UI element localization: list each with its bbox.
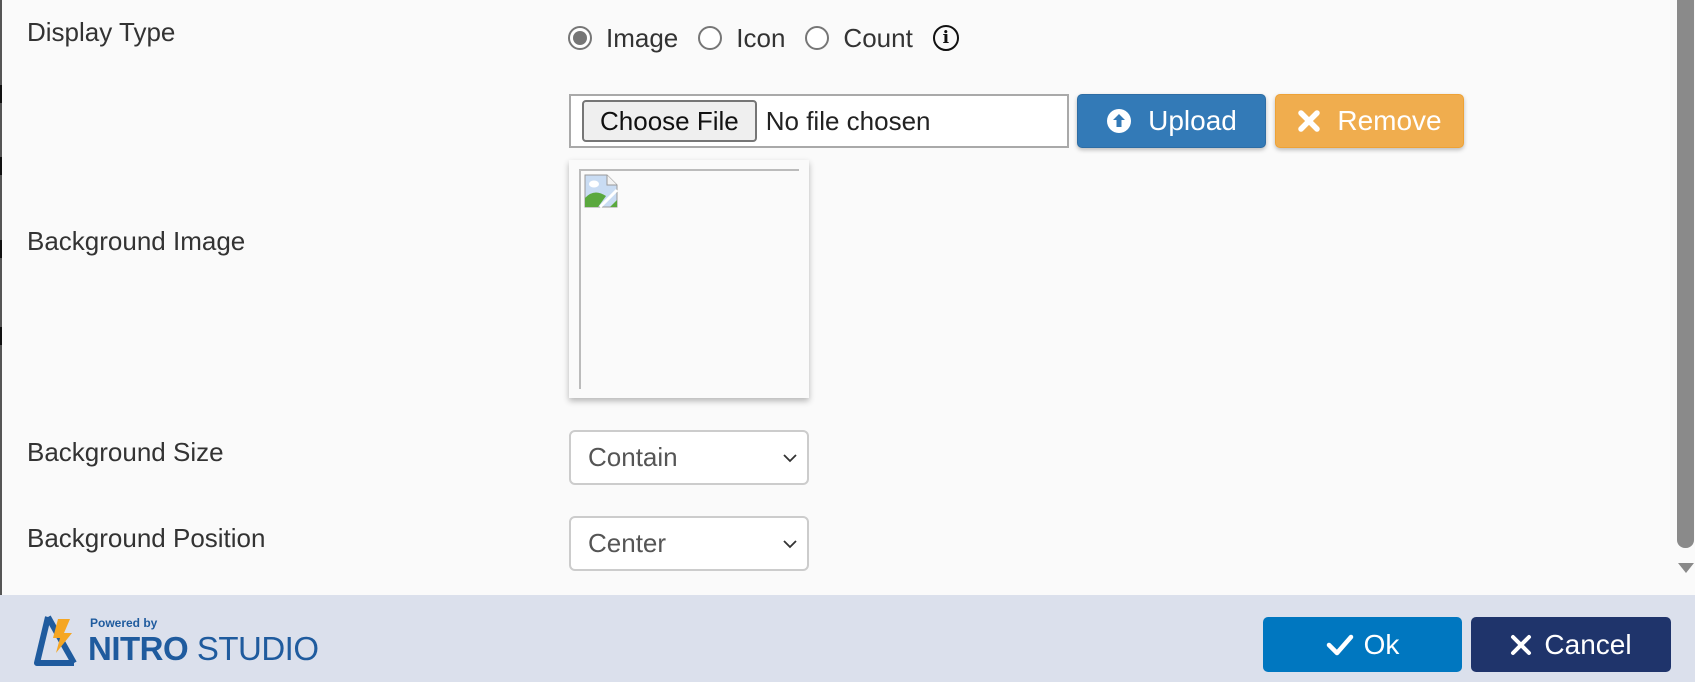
nitro-logo-icon — [34, 615, 77, 666]
background-position-select[interactable]: Center — [569, 516, 809, 571]
background-image-label: Background Image — [27, 226, 246, 256]
radio-icon[interactable]: Icon — [698, 23, 785, 54]
chevron-down-icon — [783, 540, 797, 549]
file-input[interactable]: Choose File No file chosen — [569, 94, 1069, 148]
choose-file-button[interactable]: Choose File — [582, 100, 757, 142]
chevron-down-icon — [783, 454, 797, 463]
close-icon — [1297, 109, 1321, 133]
info-icon[interactable]: i — [932, 25, 959, 51]
background-size-label: Background Size — [27, 437, 224, 467]
radio-count[interactable]: Count — [805, 22, 913, 54]
background-position-value: Center — [588, 528, 667, 558]
settings-form: Display Type Image Icon Count i Backgrou… — [0, 0, 1677, 595]
background-size-value: Contain — [588, 442, 678, 472]
scroll-down-arrow-icon[interactable] — [1678, 563, 1694, 573]
dialog-footer: Powered by NITRO STUDIO Ok Cancel — [0, 595, 1695, 682]
radio-label: Icon — [736, 22, 786, 53]
brand-light: STUDIO — [196, 630, 319, 667]
brand-name: NITRO STUDIO — [88, 630, 319, 668]
cancel-label: Cancel — [1544, 628, 1632, 660]
file-status: No file chosen — [765, 105, 931, 136]
radio-button[interactable] — [805, 26, 830, 50]
scrollbar-thumb[interactable] — [1677, 0, 1694, 548]
radio-button-checked[interactable] — [568, 26, 592, 50]
ok-button[interactable]: Ok — [1263, 617, 1462, 672]
background-position-label: Background Position — [27, 523, 266, 553]
ok-label: Ok — [1363, 628, 1400, 660]
powered-by-text: Powered by — [90, 616, 158, 630]
radio-image[interactable]: Image — [568, 23, 678, 54]
nitro-studio-logo: Powered by NITRO STUDIO — [34, 613, 334, 669]
brand-bold: NITRO — [88, 630, 189, 667]
display-type-radio-group: Image Icon Count i — [568, 22, 959, 54]
check-icon — [1326, 633, 1354, 657]
broken-image-icon — [584, 174, 618, 208]
radio-button[interactable] — [698, 26, 723, 50]
preview-frame — [579, 169, 799, 389]
upload-label: Upload — [1148, 105, 1237, 136]
vertical-scrollbar[interactable] — [1677, 0, 1695, 595]
cancel-button[interactable]: Cancel — [1471, 617, 1671, 672]
upload-circle-icon — [1106, 108, 1132, 134]
remove-button[interactable]: Remove — [1275, 94, 1464, 148]
upload-button[interactable]: Upload — [1077, 94, 1266, 148]
radio-label: Count — [843, 22, 913, 53]
display-type-label: Display Type — [27, 17, 176, 47]
background-image-preview — [569, 160, 809, 398]
remove-label: Remove — [1337, 105, 1442, 136]
close-icon — [1510, 634, 1532, 656]
radio-label: Image — [606, 22, 679, 53]
background-size-select[interactable]: Contain — [569, 430, 809, 485]
